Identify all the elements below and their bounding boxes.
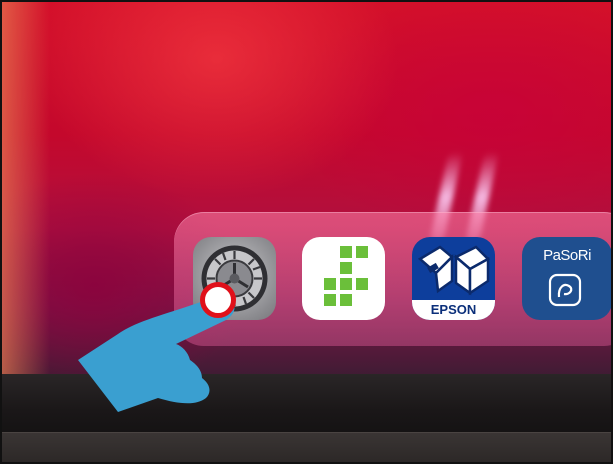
- ipad-bezel-edge: [2, 432, 611, 462]
- grid-app-icon[interactable]: [302, 237, 385, 320]
- epson-label: EPSON: [412, 300, 495, 320]
- pasori-label: PaSoRi: [543, 247, 591, 264]
- photo-frame: EPSON PaSoRi: [0, 0, 613, 464]
- touch-point-indicator: [200, 282, 236, 318]
- pasori-app-icon[interactable]: PaSoRi: [522, 237, 611, 320]
- printer-icon: [417, 245, 491, 296]
- epson-app-icon[interactable]: EPSON: [412, 237, 495, 320]
- screen-glare: [2, 2, 50, 380]
- green-squares-icon: [324, 246, 368, 306]
